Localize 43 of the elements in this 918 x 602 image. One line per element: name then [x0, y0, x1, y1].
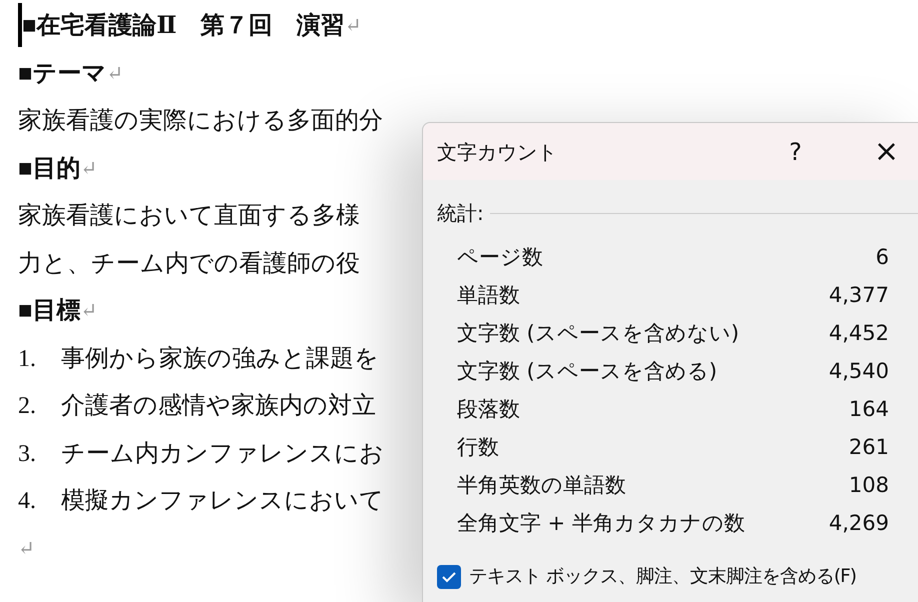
list-item-text: 模擬カンファレンスにおいて [61, 487, 384, 516]
list-item-text: チーム内カンファレンスにお [61, 440, 384, 468]
heading-text: ■テーマ [18, 60, 106, 88]
list-item-text: 介護者の感情や家族内の対立 [61, 392, 376, 421]
heading-text: ■在宅看護論Ⅱ 第７回 演習 [22, 11, 345, 41]
stat-label: 行数 [457, 434, 499, 462]
paragraph-mark: ↵ [106, 62, 124, 86]
stat-label: 段落数 [457, 396, 520, 424]
paragraph-mark: ↵ [80, 156, 98, 182]
list-number: 3. [18, 440, 37, 468]
paragraph-mark: ↵ [344, 14, 362, 39]
stat-label: 全角文字 + 半角カタカナの数 [457, 510, 745, 538]
heading-text: ■目的 [18, 154, 80, 184]
list-item-text: 事例から家族の強みと課題を [61, 344, 379, 374]
stat-label: ページ数 [457, 244, 543, 272]
help-button[interactable]: ? [789, 140, 802, 164]
list-number: 4. [18, 487, 37, 516]
stat-value: 261 [848, 434, 889, 462]
body-text: 家族看護の実際における多面的分 [18, 106, 383, 136]
stat-value: 108 [848, 472, 889, 500]
stat-value: 4,269 [828, 510, 889, 538]
check-icon [441, 570, 457, 583]
paragraph-mark: ↵ [18, 536, 35, 562]
dialog-title: 文字カウント [437, 138, 558, 166]
list-number: 1. [18, 344, 37, 374]
close-button[interactable]: × [874, 136, 899, 166]
stat-label: 半角英数の単語数 [457, 472, 626, 500]
checkbox[interactable] [437, 564, 461, 589]
paragraph-mark: ↵ [80, 299, 98, 324]
section-label: 統計: [437, 200, 484, 227]
body-text: 家族看護において直面する多様 [18, 202, 360, 231]
stat-value: 4,540 [828, 358, 889, 386]
stat-label: 文字数 (スペースを含めない) [457, 320, 740, 348]
stat-value: 4,452 [828, 320, 889, 348]
checkbox-label[interactable]: テキスト ボックス、脚注、文末脚注を含める(F) [469, 563, 856, 591]
stat-value: 4,377 [828, 282, 889, 310]
heading-text: ■目標 [18, 297, 80, 326]
stat-label: 単語数 [457, 282, 520, 310]
stat-value: 164 [848, 396, 889, 424]
body-text: 力と、チーム内での看護師の役 [18, 250, 360, 278]
stat-label: 文字数 (スペースを含める) [457, 358, 718, 386]
stat-value: 6 [876, 244, 889, 272]
list-number: 2. [18, 392, 37, 421]
